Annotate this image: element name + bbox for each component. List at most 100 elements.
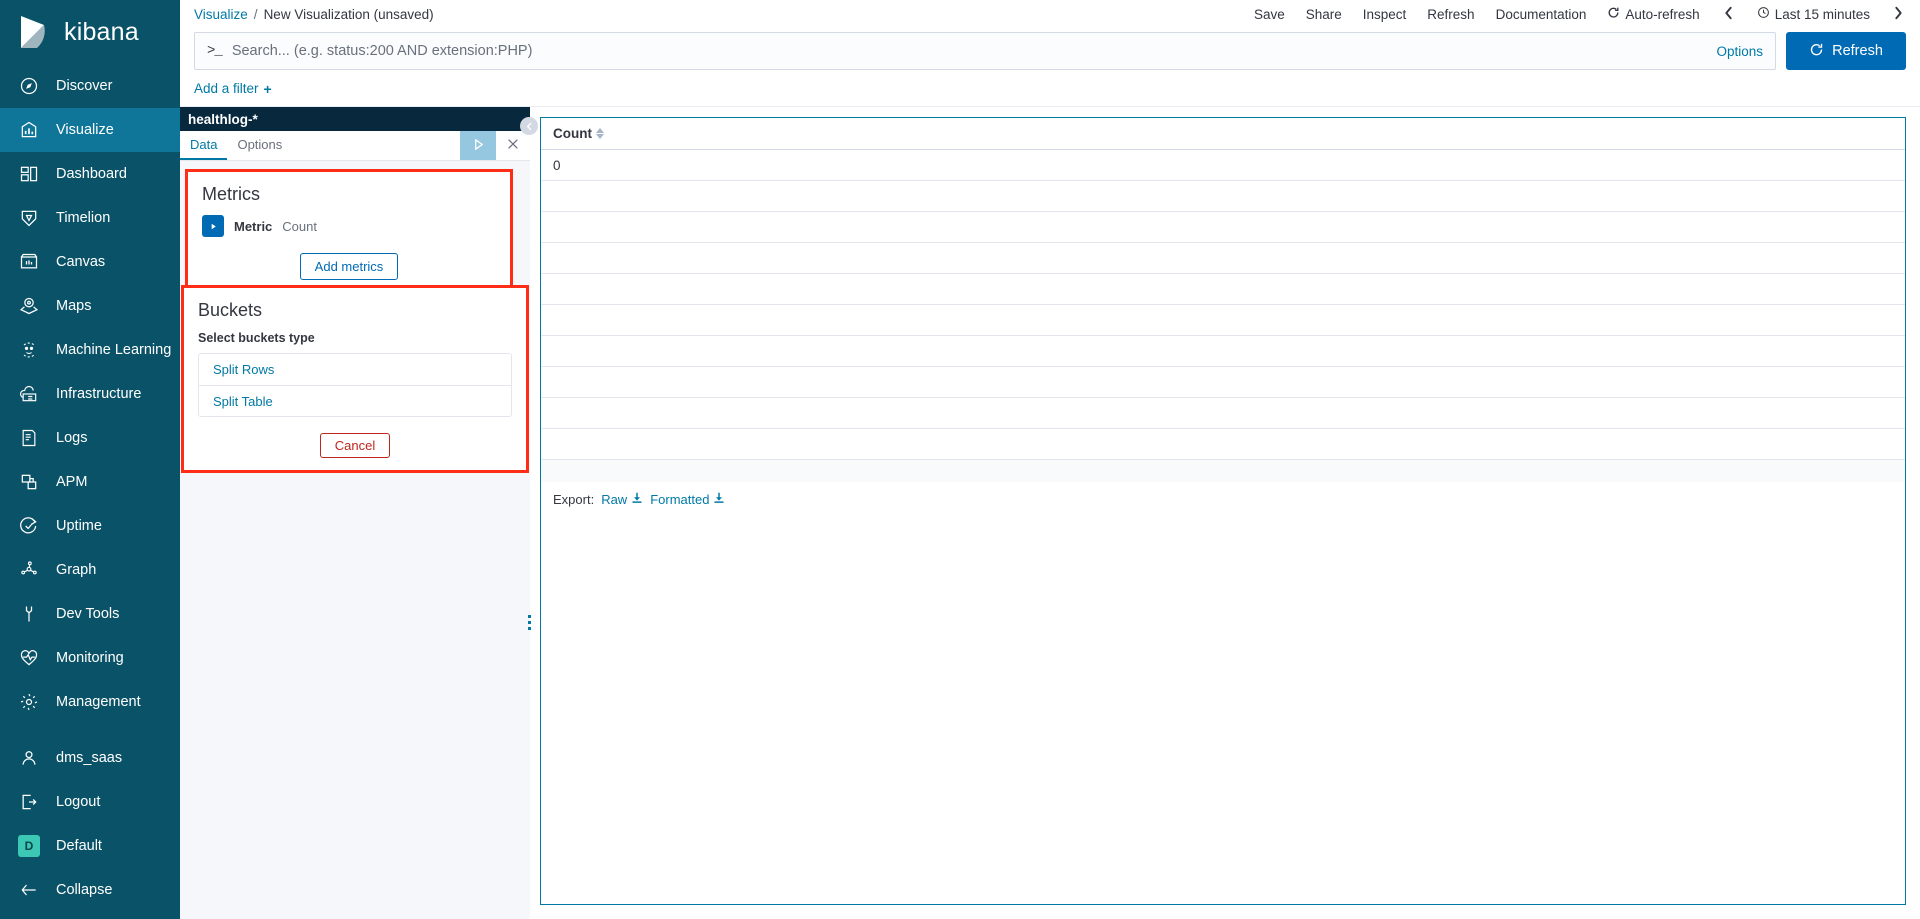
metrics-button-row: Add metrics xyxy=(202,253,496,280)
sidebar-item-label: dms_saas xyxy=(56,750,123,766)
export-formatted-link[interactable]: Formatted xyxy=(650,492,725,507)
chevron-left-circle-icon[interactable] xyxy=(520,117,538,135)
sidebar-item-logs[interactable]: Logs xyxy=(0,416,180,460)
clock-icon xyxy=(1757,6,1770,22)
table-row[interactable] xyxy=(541,367,1905,398)
breadcrumb: Visualize / New Visualization (unsaved) xyxy=(194,7,434,22)
index-pattern-header: healthlog-* xyxy=(180,107,530,131)
tab-data[interactable]: Data xyxy=(180,131,228,160)
auto-refresh-button[interactable]: Auto-refresh xyxy=(1607,6,1700,22)
export-raw-link[interactable]: Raw xyxy=(601,492,643,507)
table-row[interactable] xyxy=(541,243,1905,274)
sidebar-item-graph[interactable]: Graph xyxy=(0,548,180,592)
download-icon xyxy=(631,492,643,507)
drag-dots-icon[interactable] xyxy=(528,615,531,630)
add-metrics-button[interactable]: Add metrics xyxy=(299,253,399,280)
breadcrumb-current: New Visualization (unsaved) xyxy=(263,6,434,22)
tab-options[interactable]: Options xyxy=(227,131,292,160)
add-filter-label: Add a filter xyxy=(194,81,259,96)
agg-editor-panel: healthlog-* Data Options Metrics Metric … xyxy=(180,107,538,919)
gear-icon xyxy=(18,691,40,713)
breadcrumb-separator: / xyxy=(253,6,258,22)
table-row[interactable] xyxy=(541,336,1905,367)
machine-learning-icon xyxy=(18,339,40,361)
sidebar-item-timelion[interactable]: Timelion xyxy=(0,196,180,240)
table-row[interactable] xyxy=(541,274,1905,305)
chevron-left-icon[interactable] xyxy=(1721,6,1736,23)
search-input[interactable]: >_ Search... (e.g. status:200 AND extens… xyxy=(194,32,1776,70)
sidebar-item-apm[interactable]: APM xyxy=(0,460,180,504)
column-header-count[interactable]: Count xyxy=(553,126,604,141)
sidebar-item-dashboard[interactable]: Dashboard xyxy=(0,152,180,196)
export-label: Export: xyxy=(553,492,595,507)
bucket-option-split-rows[interactable]: Split Rows xyxy=(199,354,511,385)
sidebar-item-label: Default xyxy=(56,838,102,854)
query-options-button[interactable]: Options xyxy=(1708,44,1763,59)
share-button[interactable]: Share xyxy=(1306,7,1342,22)
apm-icon xyxy=(18,471,40,493)
time-range-picker[interactable]: Last 15 minutes xyxy=(1757,6,1870,22)
sidebar-item-discover[interactable]: Discover xyxy=(0,64,180,108)
sidebar-item-label: Dashboard xyxy=(56,166,127,182)
inspect-button[interactable]: Inspect xyxy=(1363,7,1407,22)
breadcrumb-visualize[interactable]: Visualize xyxy=(194,7,248,22)
close-x-icon xyxy=(506,136,520,156)
bucket-option-split-table[interactable]: Split Table xyxy=(199,385,511,416)
add-filter-button[interactable]: Add a filter + xyxy=(194,81,272,97)
search-placeholder: Search... (e.g. status:200 AND extension… xyxy=(231,43,533,59)
metrics-title: Metrics xyxy=(202,184,260,204)
sidebar-item-management[interactable]: Management xyxy=(0,680,180,724)
triangle-right-icon[interactable] xyxy=(202,215,224,237)
table-row[interactable] xyxy=(541,398,1905,429)
metric-agg-row[interactable]: Metric Count xyxy=(202,215,496,237)
table-row[interactable]: 0 xyxy=(541,150,1905,181)
sidebar-item-label: Monitoring xyxy=(56,650,124,666)
refresh-cycle-icon xyxy=(1607,6,1620,22)
sidebar-item-label: Collapse xyxy=(56,882,113,898)
export-formatted-label: Formatted xyxy=(650,492,710,507)
query-prompt-icon: >_ xyxy=(207,43,223,59)
chevron-right-icon[interactable] xyxy=(1891,6,1906,23)
sidebar-item-canvas[interactable]: Canvas xyxy=(0,240,180,284)
cancel-button[interactable]: Cancel xyxy=(319,433,391,458)
table-row[interactable] xyxy=(541,212,1905,243)
apply-changes-button[interactable] xyxy=(460,131,496,160)
documentation-button[interactable]: Documentation xyxy=(1496,7,1587,22)
table-row[interactable] xyxy=(541,181,1905,212)
user-icon xyxy=(18,747,40,769)
auto-refresh-label: Auto-refresh xyxy=(1625,6,1700,22)
editor-scroll-area: Metrics Metric Count Add metrics Buckets… xyxy=(180,161,530,919)
sidebar-item-dev-tools[interactable]: Dev Tools xyxy=(0,592,180,636)
sidebar-item-monitoring[interactable]: Monitoring xyxy=(0,636,180,680)
table-row[interactable] xyxy=(541,429,1905,460)
refresh-button[interactable]: Refresh xyxy=(1427,7,1474,22)
refresh-cycle-icon xyxy=(1809,42,1824,61)
sidebar-item-collapse[interactable]: Collapse xyxy=(0,868,180,912)
sort-updown-icon xyxy=(595,128,604,139)
sidebar-item-label: Logout xyxy=(56,794,101,810)
sidebar-item-logout[interactable]: Logout xyxy=(0,780,180,824)
save-button[interactable]: Save xyxy=(1254,7,1285,22)
editor-tabs: Data Options xyxy=(180,131,530,161)
refresh-query-label: Refresh xyxy=(1832,43,1883,59)
kibana-app: kibana Discover Visualize Dashboard Time… xyxy=(0,0,1920,919)
sidebar-item-label: Discover xyxy=(56,78,113,94)
refresh-query-button[interactable]: Refresh xyxy=(1786,32,1906,70)
sidebar-item-visualize[interactable]: Visualize xyxy=(0,108,180,152)
buckets-section: Buckets Select buckets type Split Rows S… xyxy=(181,285,529,473)
top-actions: Save Share Inspect Refresh Documentation… xyxy=(1254,6,1906,23)
buckets-type-list: Split Rows Split Table xyxy=(198,353,512,417)
sidebar-item-machine-learning[interactable]: Machine Learning xyxy=(0,328,180,372)
query-bar: >_ Search... (e.g. status:200 AND extens… xyxy=(180,28,1920,78)
sidebar-item-uptime[interactable]: Uptime xyxy=(0,504,180,548)
close-editor-button[interactable] xyxy=(496,131,530,160)
sidebar-item-space-default[interactable]: D Default xyxy=(0,824,180,868)
kibana-logo-row[interactable]: kibana xyxy=(0,0,180,64)
table-row[interactable] xyxy=(541,305,1905,336)
sidebar-item-user[interactable]: dms_saas xyxy=(0,736,180,780)
sidebar-item-infrastructure[interactable]: Infrastructure xyxy=(0,372,180,416)
kibana-logo-icon xyxy=(18,15,52,49)
sidebar-item-maps[interactable]: Maps xyxy=(0,284,180,328)
sidebar-item-label: Maps xyxy=(56,298,92,314)
visualization-wrapper: Count 0 Export: Raw Formatted xyxy=(530,107,1920,919)
